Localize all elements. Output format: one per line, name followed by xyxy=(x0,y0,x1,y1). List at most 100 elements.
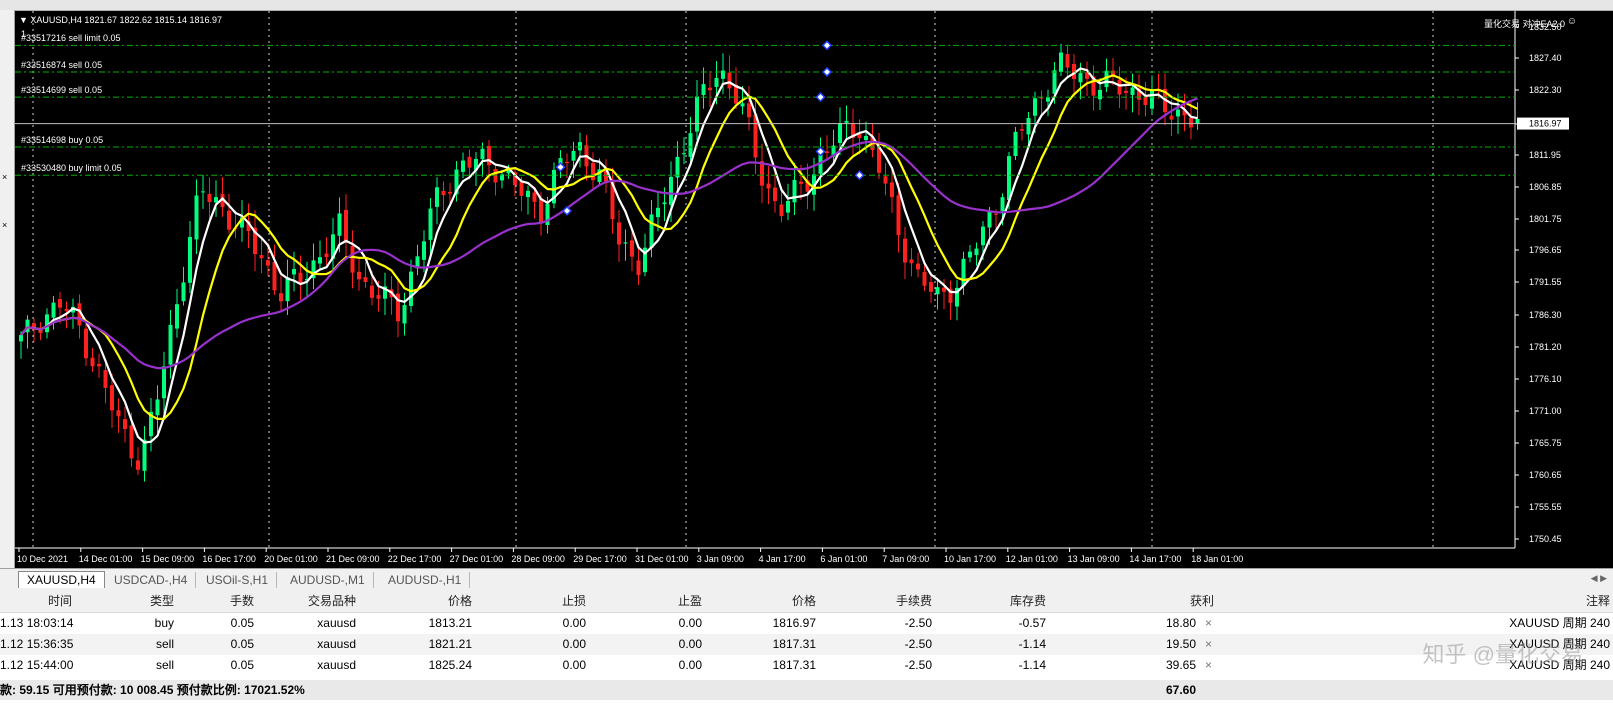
order-label[interactable]: #33517216 sell limit 0.05 xyxy=(21,33,121,43)
candle-body xyxy=(1000,197,1005,212)
dropdown-triangle-icon[interactable]: ▼ xyxy=(19,15,30,25)
candle-body xyxy=(981,226,985,246)
candle-body xyxy=(129,425,134,459)
candle-body xyxy=(1007,156,1011,201)
cell-type: sell xyxy=(155,658,174,672)
candle-body xyxy=(90,357,95,367)
candle-body xyxy=(519,181,524,196)
table-row[interactable]: 1.12 15:44:00 sell 0.05 xauusd 1825.24 0.00 0.… xyxy=(0,655,1613,676)
price-tick-label: 1765.75 xyxy=(1529,438,1562,448)
candle-body xyxy=(571,150,576,161)
candle-body xyxy=(916,263,920,270)
candle-body xyxy=(890,182,894,198)
candle-body xyxy=(168,324,173,365)
cell-open-price: 1821.21 xyxy=(428,637,472,651)
col-lots[interactable]: 手数 xyxy=(176,591,254,612)
candle-body xyxy=(1195,118,1200,124)
price-tick-label: 1750.45 xyxy=(1529,534,1562,544)
cell-lots: 0.05 xyxy=(230,637,254,651)
col-take-profit[interactable]: 止盈 xyxy=(588,591,702,612)
table-row[interactable]: 1.12 15:36:35 sell 0.05 xauusd 1821.21 0.00 0.… xyxy=(0,634,1613,655)
order-label[interactable]: #33514698 buy 0.05 xyxy=(21,135,103,145)
tab-audusd-h1[interactable]: AUDUSD-,H1 xyxy=(380,572,471,588)
tab-xauusd-h4[interactable]: XAUUSD,H4 xyxy=(18,571,105,588)
cell-open-price: 1825.24 xyxy=(428,658,472,672)
candle-body xyxy=(799,181,803,184)
col-current-price[interactable]: 价格 xyxy=(704,591,816,612)
order-label[interactable]: #33530480 buy limit 0.05 xyxy=(21,163,122,173)
candle-body xyxy=(1046,97,1050,102)
order-label[interactable]: #33516874 sell 0.05 xyxy=(21,60,102,70)
candle-body xyxy=(58,299,62,308)
cell-time: 1.12 15:44:00 xyxy=(0,658,74,672)
price-tick-label: 1822.30 xyxy=(1529,85,1562,95)
candle-body xyxy=(116,410,121,417)
col-symbol[interactable]: 交易品种 xyxy=(256,591,356,612)
cell-stop-loss: 0.00 xyxy=(562,616,586,630)
cell-lots: 0.05 xyxy=(230,616,254,630)
candle-body xyxy=(292,268,296,275)
left-close-icon[interactable]: × xyxy=(2,220,7,230)
candle-body xyxy=(370,285,374,298)
chart-tabs-bar: XAUUSD,H4 USDCAD-,H4 USOil-S,H1 AUDUSD-,… xyxy=(0,568,1613,592)
candle-body xyxy=(1143,96,1148,106)
col-open-price[interactable]: 价格 xyxy=(358,591,472,612)
col-commission[interactable]: 手续费 xyxy=(818,591,932,612)
time-tick-label: 20 Dec 01:00 xyxy=(264,554,318,564)
time-tick-label: 4 Jan 17:00 xyxy=(759,554,806,564)
cell-symbol: xauusd xyxy=(317,637,356,651)
candle-body xyxy=(285,277,290,302)
candle-body xyxy=(188,236,192,283)
close-position-icon[interactable]: × xyxy=(1205,613,1212,634)
close-position-icon[interactable]: × xyxy=(1205,655,1212,676)
price-tick-label: 1771.00 xyxy=(1529,406,1562,416)
price-tick-label: 1791.55 xyxy=(1529,277,1562,287)
tab-scroll-arrows[interactable]: ◀ ▶ xyxy=(1591,573,1607,584)
candle-body xyxy=(1039,97,1044,99)
candle-body xyxy=(175,304,179,329)
ma-fast-line xyxy=(20,67,1198,444)
col-time[interactable]: 时间 xyxy=(0,591,72,612)
candle-body xyxy=(591,162,595,181)
top-toolbar-strip xyxy=(0,0,1613,11)
candle-body xyxy=(740,103,745,107)
tab-audusd-m1[interactable]: AUDUSD-,M1 xyxy=(282,572,374,588)
candle-body xyxy=(786,200,790,213)
candle-body xyxy=(532,192,537,202)
left-close-icon[interactable]: × xyxy=(2,172,7,182)
cell-symbol: xauusd xyxy=(317,658,356,672)
cell-current-price: 1817.31 xyxy=(772,658,816,672)
col-profit[interactable]: 获利 xyxy=(1048,591,1214,612)
price-chart[interactable]: 1832.50 1827.40 1822.30 1811.95 1806.85 1801.… xyxy=(15,11,1613,568)
ea-name-label: 量化交易 对冲EA2.0 xyxy=(1483,19,1565,29)
col-type[interactable]: 类型 xyxy=(74,591,174,612)
price-tick-label: 1786.30 xyxy=(1529,310,1562,320)
col-stop-loss[interactable]: 止损 xyxy=(474,591,586,612)
candle-body xyxy=(747,103,751,118)
table-row[interactable]: 1.13 18:03:14 buy 0.05 xauusd 1813.21 0.00 0.0… xyxy=(0,613,1613,634)
price-tick-label: 1755.55 xyxy=(1529,502,1562,512)
candle-body xyxy=(526,190,530,198)
order-label[interactable]: #33514699 sell 0.05 xyxy=(21,85,102,95)
tab-usdcad-h4[interactable]: USDCAD-,H4 xyxy=(106,572,197,588)
col-comment[interactable]: 注释 xyxy=(1220,591,1610,612)
candle-body xyxy=(409,271,413,306)
candle-body xyxy=(181,282,186,302)
candle-body xyxy=(162,366,166,399)
close-position-icon[interactable]: × xyxy=(1205,634,1212,655)
candle-body xyxy=(675,156,680,178)
candle-body xyxy=(974,248,979,256)
time-tick-label: 6 Jan 01:00 xyxy=(820,554,867,564)
cell-type: buy xyxy=(154,616,174,630)
time-tick-label: 10 Jan 17:00 xyxy=(944,554,996,564)
candle-body xyxy=(298,272,303,283)
time-tick-label: 3 Jan 09:00 xyxy=(697,554,744,564)
col-swap[interactable]: 库存费 xyxy=(934,591,1046,612)
candle-body xyxy=(363,277,368,282)
time-tick-label: 14 Dec 01:00 xyxy=(79,554,133,564)
candle-body xyxy=(1176,109,1180,117)
candle-body xyxy=(155,399,160,416)
candle-body xyxy=(578,142,582,151)
tab-usoil-h1[interactable]: USOil-S,H1 xyxy=(198,572,278,588)
cell-time: 1.13 18:03:14 xyxy=(0,616,74,630)
